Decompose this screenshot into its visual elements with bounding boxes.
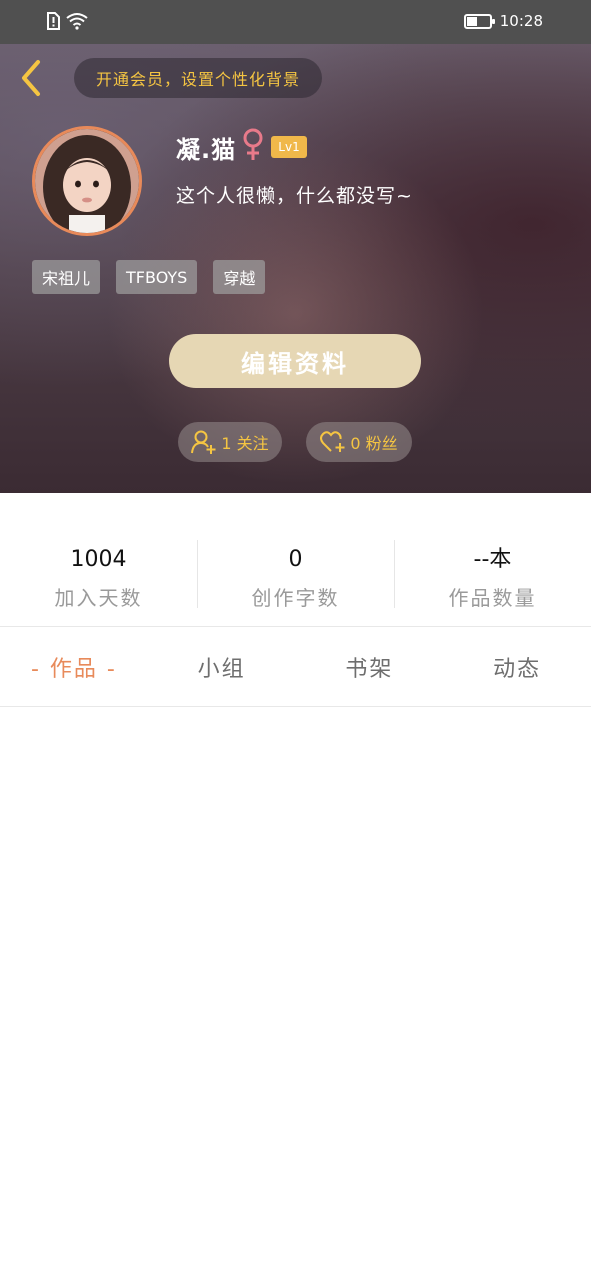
avatar-image — [35, 129, 139, 233]
status-time: 10:28 — [499, 12, 543, 30]
stat-label: 加入天数 — [54, 586, 143, 610]
tab-bar: - 作品 - 小组 书架 动态 — [0, 628, 591, 706]
tag-item[interactable]: TFBOYS — [116, 260, 198, 294]
stat-label: 创作字数 — [251, 586, 340, 610]
fans-count: 0 粉丝 — [350, 434, 398, 453]
stats-row: 1004 加入天数 0 创作字数 --本 作品数量 — [0, 530, 591, 620]
divider — [0, 706, 591, 707]
status-bar: 10:28 — [0, 0, 591, 44]
stat-works-count: --本 作品数量 — [394, 530, 591, 620]
chevron-left-icon[interactable] — [16, 58, 48, 98]
add-user-icon — [191, 430, 216, 454]
divider — [0, 626, 591, 627]
status-left — [46, 12, 88, 30]
sim-alert-icon — [47, 12, 60, 30]
battery-level — [466, 16, 477, 26]
follow-button[interactable]: 1 关注 — [178, 422, 282, 462]
edit-profile-button[interactable]: 编辑资料 — [169, 334, 421, 388]
tag-item[interactable]: 穿越 — [213, 260, 266, 294]
heart-plus-icon — [320, 431, 345, 452]
stat-value: 1004 — [70, 547, 127, 572]
profile-header: 开通会员，设置个性化背景 凝.猫 Lv1 这个人很懒，什么都没写~ 宋祖儿 TF… — [0, 44, 591, 493]
fans-button[interactable]: 0 粉丝 — [306, 422, 412, 462]
tab-works[interactable]: - 作品 - — [0, 628, 148, 706]
vip-background-button[interactable]: 开通会员，设置个性化背景 — [74, 58, 322, 98]
status-right: 10:28 — [463, 12, 543, 30]
stat-value: --本 — [473, 547, 512, 572]
tab-activity[interactable]: 动态 — [443, 628, 591, 706]
stat-label: 作品数量 — [448, 586, 537, 610]
username: 凝.猫 — [176, 136, 237, 164]
avatar[interactable] — [32, 126, 142, 236]
female-icon — [243, 128, 263, 160]
battery-icon — [463, 13, 495, 29]
wifi-icon — [66, 13, 88, 30]
tab-bookshelf[interactable]: 书架 — [296, 628, 444, 706]
tab-groups[interactable]: 小组 — [148, 628, 296, 706]
stat-value: 0 — [288, 547, 303, 572]
level-badge: Lv1 — [271, 136, 307, 158]
user-bio: 这个人很懒，什么都没写~ — [176, 185, 413, 207]
tag-list: 宋祖儿 TFBOYS 穿越 — [32, 260, 266, 294]
follow-count: 1 关注 — [221, 434, 269, 453]
tag-item[interactable]: 宋祖儿 — [32, 260, 101, 294]
stat-word-count: 0 创作字数 — [197, 530, 394, 620]
stat-join-days: 1004 加入天数 — [0, 530, 197, 620]
